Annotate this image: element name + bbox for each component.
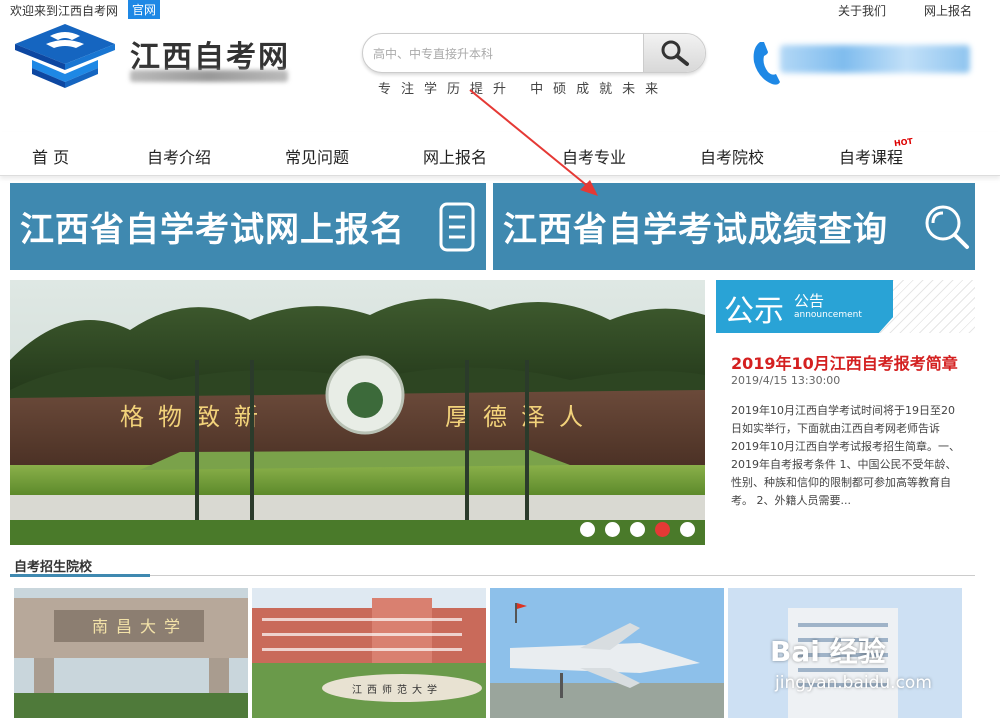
top-bar: 欢迎来到江西自考网 官网 关于我们 网上报名 (0, 0, 1000, 20)
official-badge[interactable]: 官网 (128, 0, 161, 19)
announcement-tab: 公示 公告 announcement (716, 280, 893, 333)
college-thumb-jxnu[interactable]: 江西师范大学 (252, 588, 486, 718)
colleges-section-title: 自考招生院校 (14, 560, 93, 575)
search-icon (661, 40, 689, 66)
phone-number-blurred (780, 45, 970, 73)
site-subtitle-blurred (130, 70, 288, 82)
online-signup-banner-text: 江西省自学考试网上报名 (20, 210, 405, 250)
nav-signup[interactable]: 网上报名 (423, 144, 487, 168)
image-slider[interactable]: 格物致新 厚德泽人 (10, 280, 705, 545)
campus-gate-photo: 格物致新 厚德泽人 (10, 280, 705, 545)
about-us-link[interactable]: 关于我们 (838, 2, 886, 19)
college-thumb-text: 南昌大学 (92, 617, 188, 636)
slider-dot[interactable] (680, 522, 695, 537)
nav-home[interactable]: 首 页 (32, 144, 69, 168)
college-thumb-jet[interactable] (490, 588, 724, 718)
score-query-banner-text: 江西省自学考试成绩查询 (503, 210, 888, 250)
slider-dot[interactable] (630, 522, 645, 537)
section-divider (10, 575, 975, 576)
baidu-watermark-logo: Bai 经验 (770, 635, 886, 668)
nav-faq[interactable]: 常见问题 (285, 144, 349, 168)
announcement-date: 2019/4/15 13:30:00 (731, 374, 841, 387)
main-nav: 首 页 自考介绍 常见问题 网上报名 自考专业 自考院校 自考课程 (0, 132, 1000, 176)
slider-dots (580, 522, 695, 537)
slider-dot[interactable] (605, 522, 620, 537)
announcement-header: 公示 公告 announcement (716, 280, 975, 333)
search-button[interactable] (643, 34, 705, 72)
online-signup-banner[interactable]: 江西省自学考试网上报名 (10, 183, 486, 270)
college-thumb-nanchang[interactable]: 南昌大学 (14, 588, 248, 718)
score-query-banner[interactable]: 江西省自学考试成绩查询 (493, 183, 975, 270)
announcement-tab-small: 公告 (794, 292, 825, 310)
nav-courses[interactable]: 自考课程 (839, 144, 903, 168)
baidu-watermark-url: jingyan.baidu.com (775, 673, 932, 693)
announcement-panel: 公示 公告 announcement 2019年10月江西自考报考简章 2019… (716, 280, 975, 545)
search-icon (925, 205, 969, 249)
section-divider-accent (10, 574, 150, 577)
announcement-tab-en: announcement (794, 310, 862, 320)
announcement-tab-big: 公示 (724, 294, 784, 329)
search-input[interactable] (373, 43, 643, 65)
document-icon (439, 202, 475, 252)
college-thumb-text: 江西师范大学 (352, 683, 442, 696)
nav-majors[interactable]: 自考专业 (562, 144, 626, 168)
search-box (362, 33, 706, 73)
nav-intro[interactable]: 自考介绍 (147, 144, 211, 168)
online-signup-link[interactable]: 网上报名 (924, 2, 972, 19)
site-logo-icon[interactable] (10, 22, 120, 90)
welcome-text: 欢迎来到江西自考网 (10, 4, 119, 18)
announcement-title[interactable]: 2019年10月江西自考报考简章 (731, 350, 958, 374)
slider-dot[interactable] (580, 522, 595, 537)
announcement-body: 2019年10月江西自学考试时间将于19日至20日如实举行，下面就由江西自考网老… (731, 404, 960, 507)
nav-colleges[interactable]: 自考院校 (700, 144, 764, 168)
slider-dot-active[interactable] (655, 522, 670, 537)
slogan: 专注学历提升 中硕成就未来 (378, 82, 669, 97)
